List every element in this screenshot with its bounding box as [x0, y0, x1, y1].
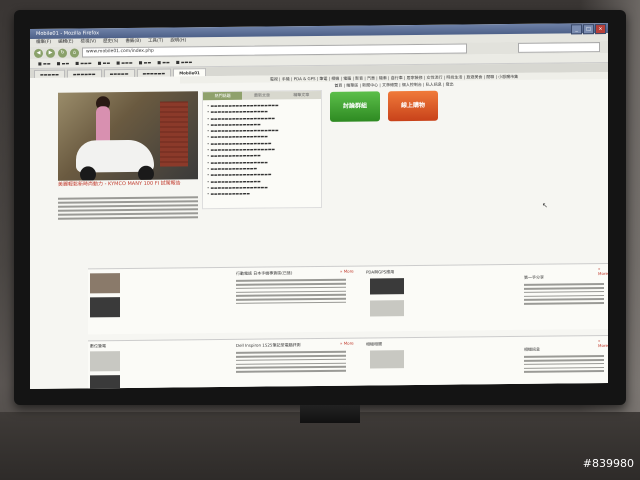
- monitor-screen: Mobile01 - Mozilla Firefox _ □ × 檔案(F) 編…: [30, 22, 608, 390]
- article-text: [236, 277, 346, 307]
- section-title[interactable]: 第一手分享: [524, 275, 544, 281]
- tab-hot[interactable]: 熱門話題: [203, 91, 243, 101]
- hero-caption[interactable]: 美麗輕鬆新時尚動力 - KYMCO MANY 100 FI 試駕報告: [58, 180, 198, 188]
- article-text: [524, 353, 604, 375]
- brick-wall: [160, 101, 188, 167]
- section-title[interactable]: 相機相關: [366, 341, 382, 347]
- section-title[interactable]: Dell Inspiron 1525筆記型電腦評測: [236, 342, 300, 349]
- news-section-1: 行動電話 日本手機專賣區(已售) » More PDA與GPS應用 第一手分享 …: [88, 262, 608, 335]
- article-list: • ▬▬▬▬▬▬▬▬▬▬▬▬▬▬▬▬▬▬▬ • ▬▬▬▬▬▬▬▬▬▬▬▬▬▬▬▬…: [207, 102, 321, 198]
- menu-bookmarks[interactable]: 書籤(B): [125, 38, 141, 46]
- reload-icon[interactable]: ↻: [58, 48, 67, 58]
- thumbnail[interactable]: [90, 351, 120, 372]
- monitor-stand: [300, 405, 360, 423]
- bookmark-item[interactable]: ■ ▬▬: [98, 58, 111, 67]
- bookmark-item[interactable]: ■ ▬▬: [38, 59, 51, 68]
- news-section-2: 數位筆電 Dell Inspiron 1525筆記型電腦評測 » More 相機…: [88, 334, 608, 390]
- menu-help[interactable]: 說明(H): [170, 37, 186, 45]
- section-title[interactable]: 相機訊息: [524, 347, 540, 353]
- section-title[interactable]: 行動電話 日本手機專賣區(已售): [236, 270, 292, 277]
- menu-file[interactable]: 檔案(F): [36, 39, 51, 47]
- menu-edit[interactable]: 編輯(E): [58, 39, 73, 47]
- close-button[interactable]: ×: [595, 23, 606, 35]
- bookmark-item[interactable]: ■ ▬▬▬: [75, 58, 91, 67]
- wheel-icon: [138, 165, 154, 181]
- home-icon[interactable]: ⌂: [70, 48, 79, 58]
- bookmark-item[interactable]: ■ ▬▬▬: [176, 57, 192, 66]
- window-controls: _ □ ×: [571, 23, 606, 35]
- menu-history[interactable]: 歷史(S): [103, 38, 118, 46]
- thumbnail[interactable]: [90, 297, 120, 318]
- hero-intro-text: [58, 194, 198, 221]
- search-input[interactable]: [518, 42, 600, 53]
- bookmark-item[interactable]: ■ ▬▬▬: [116, 58, 132, 67]
- mouse-cursor-icon: ↖: [542, 201, 548, 210]
- more-link[interactable]: » More: [598, 266, 608, 276]
- thumbnail[interactable]: [370, 300, 404, 317]
- wheel-icon: [80, 166, 96, 181]
- section-title[interactable]: 數位筆電: [90, 343, 106, 349]
- minimize-button[interactable]: _: [571, 24, 582, 35]
- bookmark-item[interactable]: ■ ▬▬: [57, 59, 70, 68]
- featured-articles: 熱門話題 最新文章 精華文章 • ▬▬▬▬▬▬▬▬▬▬▬▬▬▬▬▬▬▬▬ • ▬…: [202, 89, 322, 210]
- tab-latest[interactable]: 最新文章: [242, 91, 282, 100]
- maximize-button[interactable]: □: [583, 24, 594, 35]
- thumbnail[interactable]: [90, 375, 120, 390]
- window-title: Mobile01 - Mozilla Firefox: [36, 30, 100, 37]
- back-arrow-icon[interactable]: ◀: [34, 48, 43, 58]
- bookmark-item[interactable]: ■ ▬▬: [157, 58, 170, 67]
- bookmark-item[interactable]: ■ ▬▬: [139, 58, 152, 67]
- article-tabs: 熱門話題 最新文章 精華文章: [203, 90, 321, 101]
- forward-arrow-icon[interactable]: ▶: [46, 48, 55, 58]
- more-link[interactable]: » More: [340, 269, 354, 274]
- menu-tools[interactable]: 工具(T): [148, 38, 163, 46]
- more-link[interactable]: » More: [598, 338, 608, 348]
- discussion-group-button[interactable]: 討論群組: [330, 91, 380, 122]
- list-item[interactable]: • ▬▬▬▬▬▬▬▬▬▬▬: [207, 190, 321, 197]
- thumbnail[interactable]: [90, 273, 120, 294]
- thumbnail[interactable]: [370, 278, 404, 295]
- article-text: [524, 281, 604, 307]
- thumbnail[interactable]: [370, 350, 404, 369]
- online-shopping-button[interactable]: 線上購物: [388, 90, 438, 122]
- section-title[interactable]: PDA與GPS應用: [366, 269, 394, 275]
- watermark: #839980: [582, 457, 634, 470]
- article-text: [236, 349, 346, 375]
- menu-view[interactable]: 檢視(V): [80, 38, 96, 46]
- tab-featured[interactable]: 精華文章: [281, 90, 321, 100]
- hero-image[interactable]: [58, 91, 198, 181]
- more-link[interactable]: » More: [340, 341, 354, 346]
